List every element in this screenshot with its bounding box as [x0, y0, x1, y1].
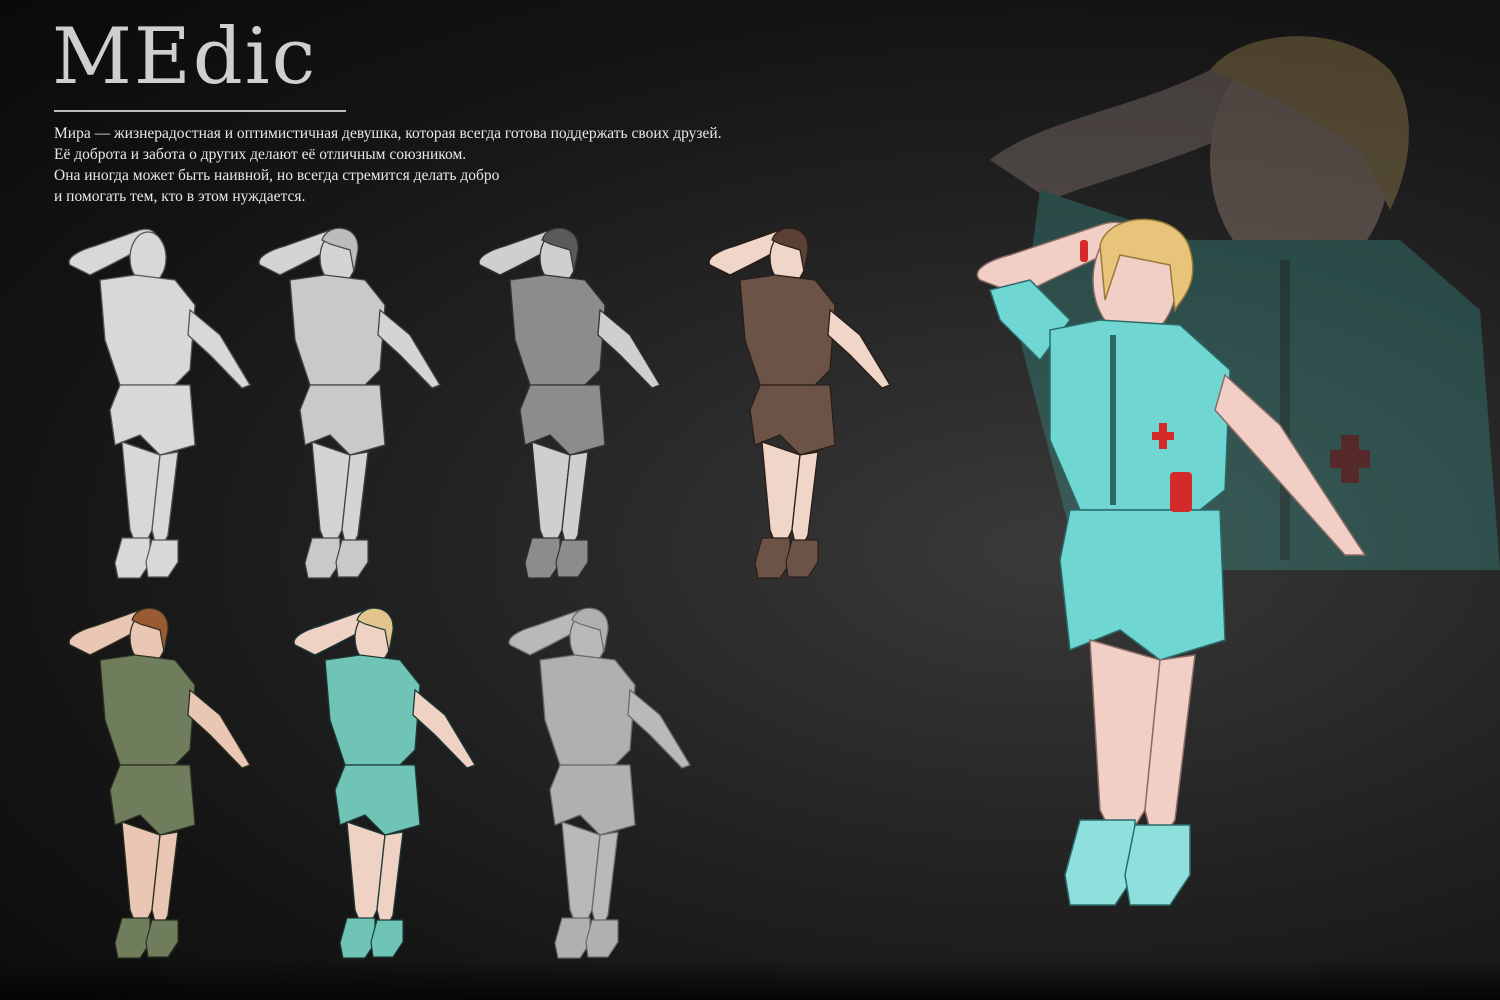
character-description: Мира — жизнерадостная и оптимистичная де… — [54, 123, 874, 207]
figure-olive-variant — [60, 600, 260, 975]
figure-brown-variant — [700, 220, 900, 595]
final-render-figure — [960, 210, 1380, 950]
figure-anatomy-sketch — [60, 220, 260, 595]
figure-grey-values — [470, 220, 670, 595]
figure-lineart-light — [250, 220, 450, 595]
description-line: Мира — жизнерадостная и оптимистичная де… — [54, 125, 722, 142]
figure-grey-outline — [500, 600, 700, 975]
figure-teal-variant — [285, 600, 485, 975]
page-title: MEdic — [52, 12, 318, 102]
title-underline — [54, 110, 346, 112]
description-line: Её доброта и забота о других делают её о… — [54, 146, 467, 163]
floor-shadow — [0, 960, 1500, 1000]
description-line: Она иногда может быть наивной, но всегда… — [54, 167, 500, 184]
description-line: и помогать тем, кто в этом нуждается. — [54, 188, 306, 205]
character-sheet: MEdic Мира — жизнерадостная и оптимистич… — [0, 0, 1500, 1000]
